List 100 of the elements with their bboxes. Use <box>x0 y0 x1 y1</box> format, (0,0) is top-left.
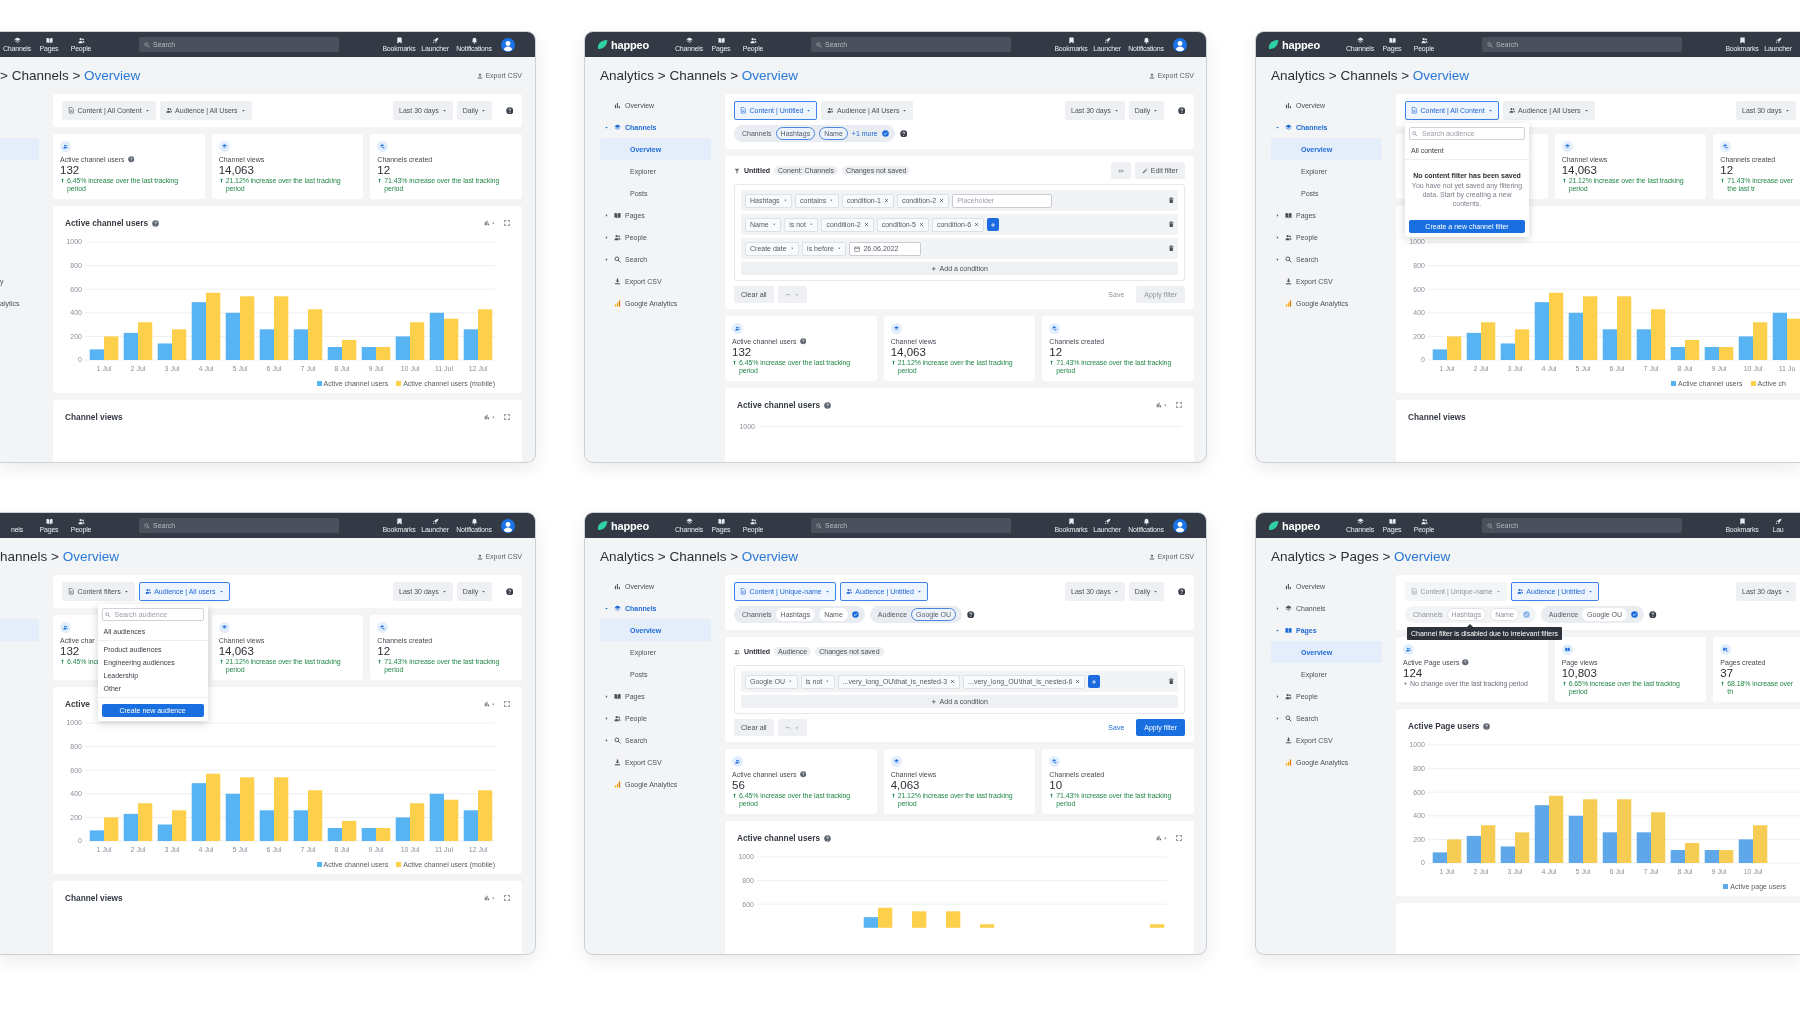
logo-text: happeo <box>1282 519 1320 532</box>
stat-value: 132 <box>60 164 80 176</box>
chart-title: Channel views <box>1408 412 1466 423</box>
chart-type-button[interactable] <box>483 701 495 708</box>
people-icon <box>1516 588 1524 595</box>
bar <box>1704 347 1719 361</box>
layers-icon <box>1356 518 1364 525</box>
bar <box>1568 312 1583 361</box>
caret-icon <box>808 222 814 227</box>
bar-chart-icon <box>614 780 621 788</box>
help-icon[interactable] <box>1177 106 1185 115</box>
delete-button[interactable] <box>1167 678 1174 685</box>
download-icon <box>1285 277 1292 285</box>
fullscreen-button[interactable] <box>1176 835 1182 842</box>
help-icon[interactable] <box>824 834 831 842</box>
chart-type-button[interactable] <box>483 895 495 902</box>
help-icon[interactable] <box>1649 610 1657 619</box>
document-icon <box>740 588 747 595</box>
chart-type-button[interactable] <box>483 414 495 421</box>
bar-chart-icon <box>614 582 621 590</box>
bar <box>1466 835 1481 864</box>
help-icon[interactable] <box>824 401 831 409</box>
bar <box>225 793 240 842</box>
upload-icon <box>1149 72 1156 79</box>
bookmark-icon <box>1067 518 1075 525</box>
plus-icon <box>931 698 937 705</box>
fullscreen-button[interactable] <box>504 414 510 421</box>
fullscreen-button[interactable] <box>504 220 510 227</box>
close-icon[interactable] <box>939 198 945 203</box>
chart-title: Channel views <box>65 412 123 423</box>
avatar-icon[interactable] <box>501 37 515 52</box>
delete-button[interactable] <box>1167 245 1174 252</box>
close-icon[interactable] <box>863 222 869 227</box>
avatar-icon[interactable] <box>501 518 515 533</box>
close-icon[interactable] <box>918 222 924 227</box>
chart-type-button[interactable] <box>483 220 495 227</box>
help-icon[interactable] <box>799 771 807 778</box>
bar-chart-icon <box>1155 835 1162 842</box>
caret-icon <box>240 108 246 113</box>
chart-title: Active channel users <box>737 833 820 844</box>
avatar-icon[interactable] <box>1173 518 1187 533</box>
book-icon <box>614 211 621 219</box>
document-icon <box>740 107 747 114</box>
help-icon[interactable] <box>127 156 135 163</box>
bar <box>240 777 255 842</box>
book-icon <box>717 518 725 525</box>
help-icon[interactable] <box>967 610 975 619</box>
help-icon[interactable] <box>899 129 908 138</box>
help-icon[interactable] <box>1462 659 1469 666</box>
add-value-button[interactable] <box>1088 675 1101 688</box>
logo-text: happeo <box>611 38 649 51</box>
bell-icon <box>1142 518 1150 525</box>
close-icon[interactable] <box>950 679 956 684</box>
bar <box>1583 296 1598 361</box>
caret-icon <box>1587 589 1593 594</box>
trash-icon <box>1167 678 1174 685</box>
people-icon <box>614 714 621 722</box>
bar <box>1772 312 1787 361</box>
help-icon[interactable] <box>1177 587 1185 596</box>
close-icon[interactable] <box>1075 679 1081 684</box>
close-icon[interactable] <box>883 198 889 203</box>
bar-chart-icon <box>483 220 490 227</box>
fullscreen-icon <box>504 414 510 421</box>
help-icon[interactable] <box>1483 722 1491 730</box>
caret-icon <box>825 679 830 684</box>
chart-type-button[interactable] <box>1155 402 1167 409</box>
bar-chart-icon <box>1285 299 1292 307</box>
logo-text: happeo <box>611 519 649 532</box>
bar <box>1534 805 1549 864</box>
caret-icon <box>916 589 922 594</box>
chart-type-button[interactable] <box>1155 835 1167 842</box>
fullscreen-button[interactable] <box>1176 402 1182 409</box>
help-icon[interactable] <box>505 106 513 115</box>
delete-button[interactable] <box>1167 221 1174 228</box>
breadcrumb: Analytics > Pages > <box>1271 549 1392 564</box>
chart-title: Active <box>65 699 90 710</box>
help-icon[interactable] <box>505 587 513 596</box>
fullscreen-button[interactable] <box>504 895 510 902</box>
book-icon <box>1285 626 1292 634</box>
bar <box>361 828 376 842</box>
book-icon <box>1285 211 1292 219</box>
avatar-icon[interactable] <box>1173 37 1187 52</box>
chart-title: Active channel users <box>65 218 148 229</box>
people-icon <box>749 518 757 525</box>
bar <box>1568 815 1583 864</box>
help-icon[interactable] <box>152 219 159 227</box>
fullscreen-icon <box>1176 402 1182 409</box>
fullscreen-button[interactable] <box>504 701 510 708</box>
breadcrumb: Analytics > Channels > <box>600 549 740 564</box>
layers-icon <box>1561 141 1573 152</box>
help-icon[interactable] <box>799 338 807 345</box>
document-icon <box>1411 588 1418 595</box>
add-value-button[interactable] <box>987 218 1000 231</box>
bar <box>138 803 153 842</box>
delete-button[interactable] <box>1167 197 1174 204</box>
fullscreen-icon <box>504 895 510 902</box>
close-icon[interactable] <box>974 222 980 227</box>
leaf-icon <box>1268 520 1279 531</box>
book-icon <box>45 518 53 525</box>
undo-icon <box>784 724 791 731</box>
